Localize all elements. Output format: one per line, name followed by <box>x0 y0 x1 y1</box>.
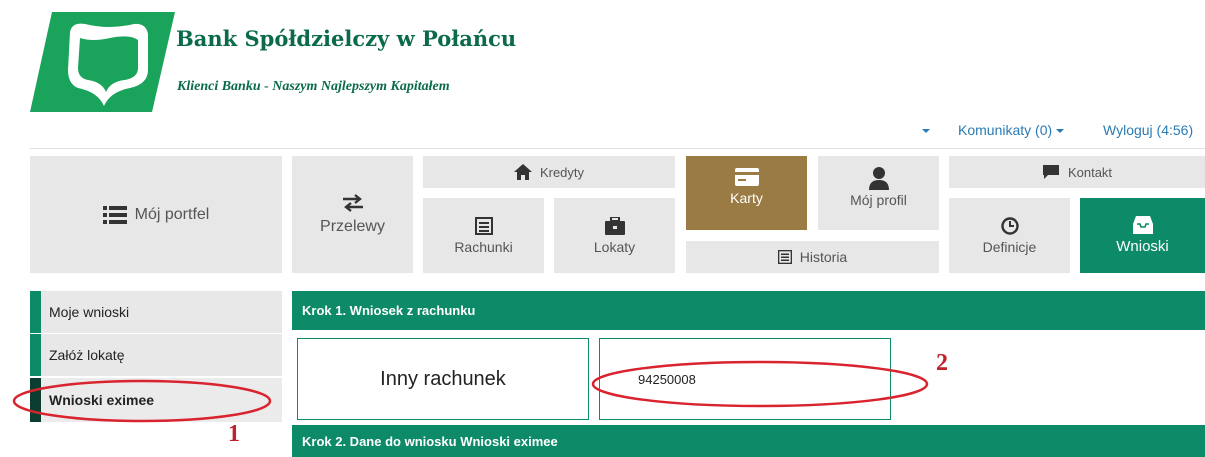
annotation-marker-1: 1 <box>228 421 240 447</box>
nav-applications[interactable]: Wnioski <box>1080 198 1205 273</box>
list-icon <box>102 205 127 224</box>
nav-history-label: Historia <box>799 249 848 265</box>
nav-my-profile[interactable]: Mój profil <box>818 156 939 230</box>
inbox-icon <box>1132 216 1153 234</box>
sidebar-item-label: Moje wnioski <box>49 304 130 320</box>
chevron-down-icon <box>1056 129 1065 134</box>
sidebar-item-label: Załóż lokatę <box>49 347 125 363</box>
ledger-icon <box>474 216 493 235</box>
nav-cards-label: Karty <box>730 190 763 206</box>
sidebar-item-eximee-applications[interactable]: Wnioski eximee <box>30 378 282 422</box>
nav-history[interactable]: Historia <box>686 241 939 273</box>
sidebar-item-label: Wnioski eximee <box>49 392 155 408</box>
credit-card-icon <box>734 168 759 186</box>
annotation-marker-2: 2 <box>936 350 948 376</box>
dropdown-caret-icon[interactable] <box>922 122 930 138</box>
nav-accounts-label: Rachunki <box>454 238 513 255</box>
clock-icon <box>1000 216 1019 235</box>
bank-slogan: Klienci Banku - Naszym Najlepszym Kapita… <box>177 79 450 94</box>
nav-applications-label: Wnioski <box>1116 238 1169 255</box>
sidebar-item-open-deposit[interactable]: Załóż lokatę <box>30 334 282 376</box>
nav-deposits-label: Lokaty <box>593 238 636 255</box>
step1-header: Krok 1. Wniosek z rachunku <box>292 291 1205 330</box>
nav-my-portfolio[interactable]: Mój portfel <box>30 156 282 273</box>
user-icon <box>868 167 889 190</box>
other-account-option[interactable]: Inny rachunek <box>297 338 589 420</box>
nav-transfers[interactable]: Przelewy <box>292 156 413 273</box>
nav-contact-label: Kontakt <box>1067 164 1113 180</box>
logout-link[interactable]: Wyloguj (4:56) <box>1103 122 1193 138</box>
account-option[interactable]: 94250008 <box>599 338 891 420</box>
nav-deposits[interactable]: Lokaty <box>554 198 675 273</box>
transfer-arrows-icon <box>342 193 363 212</box>
nav-definitions-label: Definicje <box>982 238 1037 255</box>
bank-logo <box>30 12 175 112</box>
messages-link-label: Komunikaty (0) <box>958 122 1053 138</box>
chat-bubble-icon <box>1042 165 1059 179</box>
step2-header: Krok 2. Dane do wniosku Wnioski eximee <box>292 425 1205 457</box>
nav-contact[interactable]: Kontakt <box>949 156 1205 188</box>
nav-transfers-label: Przelewy <box>320 217 385 235</box>
list-box-icon <box>777 250 792 264</box>
briefcase-icon <box>604 216 625 235</box>
nav-loans[interactable]: Kredyty <box>423 156 675 188</box>
home-icon <box>513 164 532 180</box>
nav-my-profile-label: Mój profil <box>850 192 907 208</box>
nav-accounts[interactable]: Rachunki <box>423 198 544 273</box>
nav-definitions[interactable]: Definicje <box>949 198 1070 273</box>
bank-name: Bank Spółdzielczy w Połańcu <box>176 26 517 51</box>
top-divider <box>30 148 1205 149</box>
sidebar-item-my-applications[interactable]: Moje wnioski <box>30 291 282 333</box>
nav-loans-label: Kredyty <box>539 164 585 180</box>
messages-link[interactable]: Komunikaty (0) <box>958 122 1065 138</box>
nav-my-portfolio-label: Mój portfel <box>134 205 210 223</box>
nav-cards[interactable]: Karty <box>686 156 807 230</box>
